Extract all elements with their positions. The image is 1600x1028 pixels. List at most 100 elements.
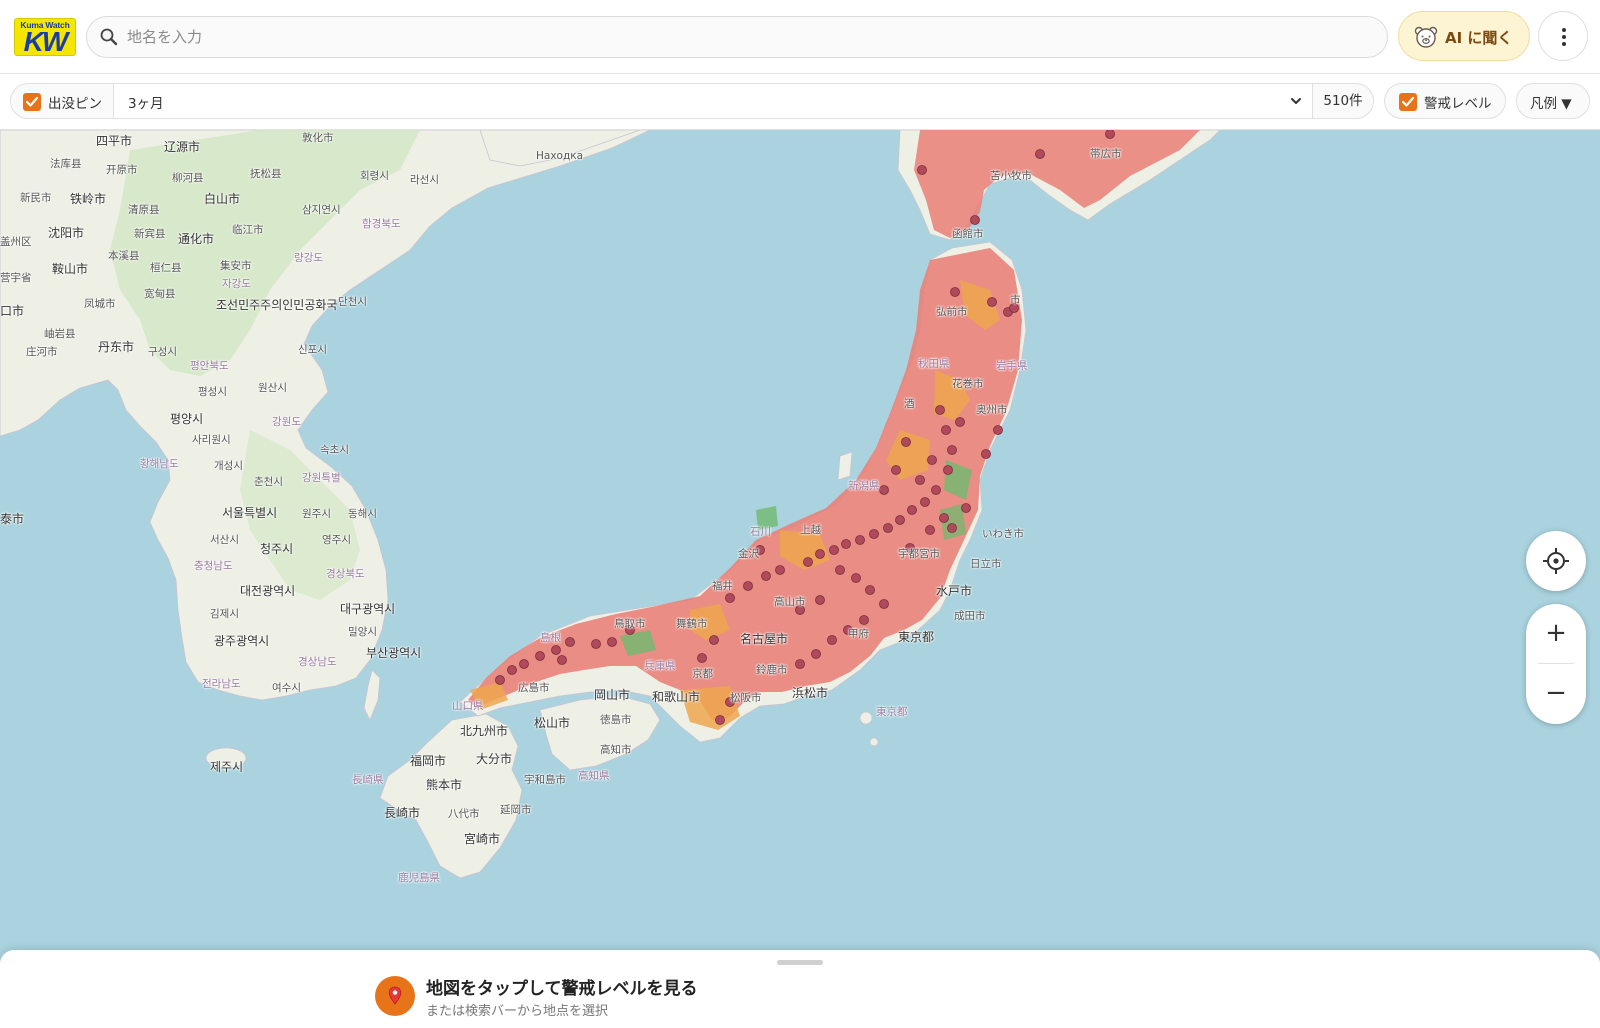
map-label: 弘前市: [936, 306, 968, 318]
map-label: 자강도: [222, 278, 251, 290]
map-label: 营宇省: [0, 272, 32, 284]
map-label: 新潟県: [848, 480, 880, 492]
more-dot-icon: [1562, 42, 1566, 46]
kuma-watch-logo[interactable]: Kuma Watch KW: [14, 18, 76, 56]
map-label: 清原县: [128, 204, 160, 216]
map-label: 舞鶴市: [676, 618, 708, 630]
map-label: 평안북도: [190, 360, 229, 372]
ask-ai-label: AI に聞く: [1445, 29, 1513, 47]
map-label: 鞍山市: [52, 262, 89, 276]
sheet-drag-handle[interactable]: [777, 960, 823, 965]
map-label: 法库县: [50, 158, 82, 170]
legend-button[interactable]: 凡例 ▼: [1516, 83, 1590, 119]
map-label: 단천시: [338, 296, 367, 308]
map-label: 長崎市: [384, 806, 421, 820]
search-input[interactable]: [127, 17, 1367, 57]
my-location-button[interactable]: [1526, 531, 1586, 591]
search-icon: [100, 28, 118, 46]
map-label: 凤城市: [84, 298, 116, 310]
map-label: 盖州区: [0, 236, 32, 248]
map-label: 라선시: [410, 174, 439, 186]
map-label: 口市: [0, 304, 25, 318]
map-label: 本溪县: [108, 250, 140, 262]
crosshair-icon: [1543, 548, 1569, 574]
map-label: 岩手県: [996, 360, 1028, 372]
map-label: 長崎県: [352, 774, 384, 786]
map-label: 조선민주주의인민공화국: [216, 298, 338, 312]
map-label: 桓仁县: [150, 262, 182, 274]
map-label: 충청남도: [194, 560, 233, 572]
sheet-title: 地図をタップして警戒レベルを見る: [426, 979, 698, 999]
map-label: 東京都: [898, 630, 935, 644]
map-label: 八代市: [448, 808, 480, 820]
map-label: 新宾县: [134, 228, 166, 240]
map-label: 甲府: [848, 628, 869, 640]
period-select[interactable]: 3ヶ月: [114, 83, 1312, 119]
sheet-subtitle: または検索バーから地点を選択: [426, 1004, 609, 1019]
map-label: 徳島市: [600, 714, 632, 726]
map-label: 岡山市: [594, 688, 631, 702]
map-label: 속초시: [320, 444, 349, 456]
more-menu-button[interactable]: [1538, 11, 1588, 61]
map-label: 水戸市: [936, 584, 973, 598]
map-label: 황해남도: [140, 458, 179, 470]
map-label: 宇都宮市: [898, 548, 940, 560]
map-label: 苫小牧市: [990, 170, 1032, 182]
map-label: Находка: [536, 150, 584, 162]
map-label: 구성시: [148, 346, 177, 358]
map-label: 延岡市: [500, 804, 532, 816]
sightings-pin-toggle[interactable]: 出没ピン: [10, 83, 114, 119]
map-label: 宇和島市: [524, 774, 566, 786]
map-label: 熊本市: [426, 778, 463, 792]
alert-level-toggle[interactable]: 警戒レベル: [1384, 83, 1506, 119]
map-label: 花巻市: [952, 378, 984, 390]
map-label: 鈴鹿市: [756, 664, 788, 676]
zoom-out-button[interactable]: −: [1526, 664, 1586, 724]
izu-island: [859, 711, 873, 725]
map-label: 名古屋市: [740, 632, 789, 646]
period-value: 3ヶ月: [128, 96, 164, 112]
filter-bar: 出没ピン 3ヶ月 510件 警戒レベル 凡例 ▼: [0, 74, 1600, 130]
checkmark-icon: [25, 96, 39, 107]
bottom-sheet[interactable]: 地図をタップして警戒レベルを見る または検索バーから地点を選択: [0, 950, 1600, 1028]
logo-text: KW: [23, 26, 69, 56]
map-label: 白山市: [204, 192, 241, 206]
map-label: 奥州市: [976, 404, 1008, 416]
map-label: 량강도: [294, 252, 323, 264]
map-label: 庄河市: [26, 346, 58, 358]
more-dot-icon: [1562, 28, 1566, 32]
header: Kuma Watch KW AI に聞く: [0, 0, 1600, 74]
map-label: 원주시: [302, 508, 331, 520]
map-label: 开原市: [106, 164, 138, 176]
ask-ai-button[interactable]: AI に聞く: [1398, 11, 1530, 61]
map-label: 沈阳市: [48, 226, 85, 240]
map-label: 金沢: [738, 548, 759, 560]
map-label: 福岡市: [410, 754, 447, 768]
alert-level-label: 警戒レベル: [1424, 96, 1492, 112]
map-label: 동해시: [348, 508, 377, 520]
map-label: 岫岩县: [44, 328, 76, 340]
map-view[interactable]: 四平市 辽源市 敦化市 法库县 开原市 柳河县 抚松县 회령시 라선시 Нахо…: [0, 130, 1600, 950]
map-label: 삼지연시: [302, 204, 341, 216]
map-label: 경상남도: [298, 656, 337, 668]
search-bar[interactable]: [86, 16, 1388, 58]
sightings-checkbox[interactable]: [23, 93, 41, 111]
map-label: 柳河县: [172, 172, 204, 184]
legend-label: 凡例 ▼: [1530, 96, 1572, 112]
map-label: 浜松市: [792, 686, 829, 700]
more-dot-icon: [1562, 35, 1566, 39]
map-canvas[interactable]: [0, 130, 1600, 950]
map-label: 秋田県: [918, 358, 950, 370]
map-label: 临江市: [232, 224, 264, 236]
map-label: 辽源市: [164, 140, 201, 154]
map-label: 山口県: [452, 700, 484, 712]
map-label: 集安市: [220, 260, 252, 272]
map-label: 여수시: [272, 682, 301, 694]
alert-level-checkbox[interactable]: [1399, 93, 1417, 111]
sightings-label: 出没ピン: [48, 96, 102, 112]
map-label: 서산시: [210, 534, 239, 546]
map-label: 전라남도: [202, 678, 241, 690]
zoom-in-button[interactable]: +: [1526, 604, 1586, 664]
map-label: 京都: [692, 668, 713, 680]
map-label: 新民市: [20, 192, 52, 204]
